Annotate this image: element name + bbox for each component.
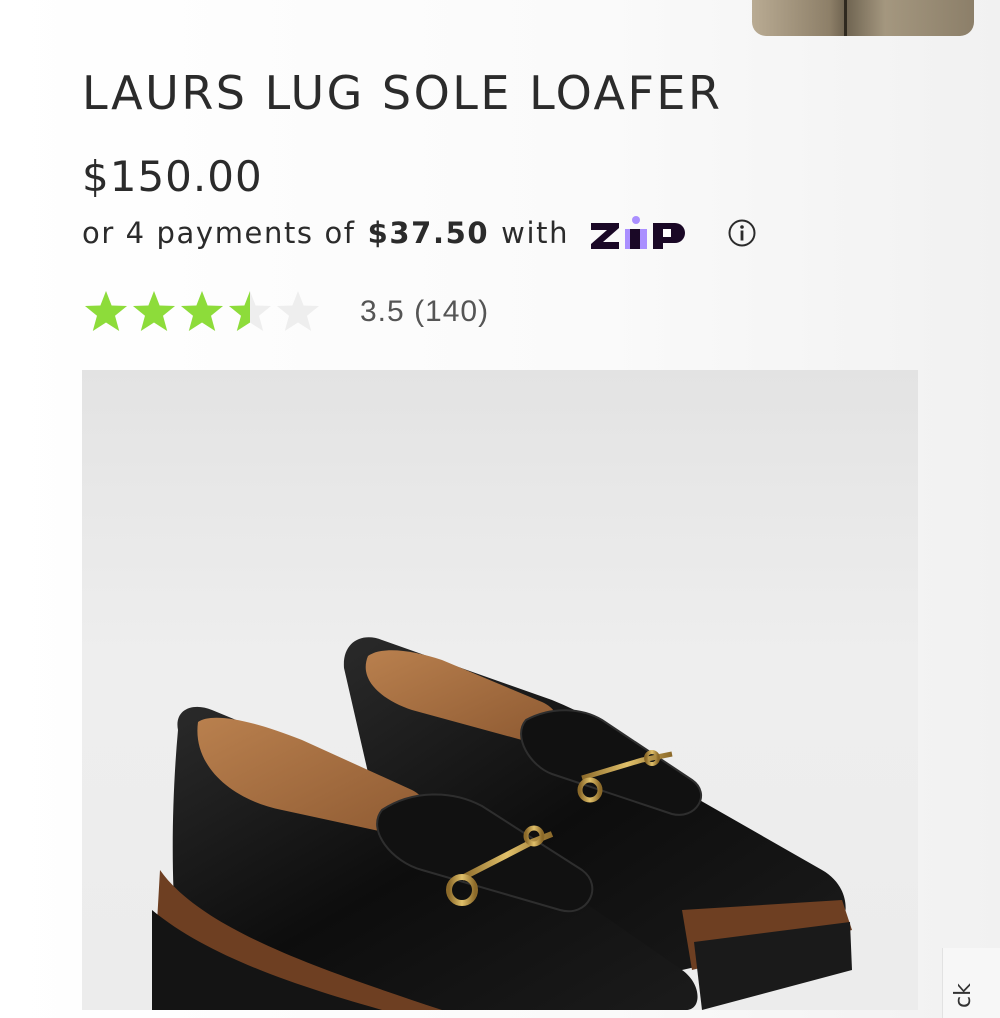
star-icon bbox=[229, 291, 271, 331]
star-icon bbox=[181, 291, 223, 331]
black-loafer-pair-photo bbox=[152, 637, 852, 1010]
previous-product-thumbnail[interactable] bbox=[752, 0, 974, 36]
installment-suffix: with bbox=[501, 216, 570, 250]
star-icon bbox=[133, 291, 175, 331]
installment-amount: $37.50 bbox=[367, 216, 490, 250]
installment-prefix: or 4 payments of bbox=[82, 216, 356, 250]
zip-logo bbox=[591, 215, 709, 251]
star-icon bbox=[85, 291, 127, 331]
thumbnail-seam bbox=[844, 0, 847, 36]
rating-stars bbox=[82, 288, 322, 336]
rating-summary: 3.5 (140) bbox=[360, 295, 489, 329]
installment-offer: or 4 payments of $37.50 with bbox=[82, 215, 757, 251]
info-icon[interactable] bbox=[727, 218, 757, 248]
product-image[interactable] bbox=[82, 370, 918, 1010]
side-tab-label: ck bbox=[951, 983, 976, 1008]
product-rating[interactable]: 3.5 (140) bbox=[82, 288, 489, 336]
product-price: $150.00 bbox=[82, 152, 263, 201]
review-count: (140) bbox=[414, 295, 490, 328]
star-icon bbox=[277, 291, 319, 331]
rating-value: 3.5 bbox=[360, 295, 405, 328]
feedback-side-tab[interactable]: ck bbox=[942, 948, 1000, 1018]
product-title: LAURS LUG SOLE LOAFER bbox=[82, 66, 723, 120]
